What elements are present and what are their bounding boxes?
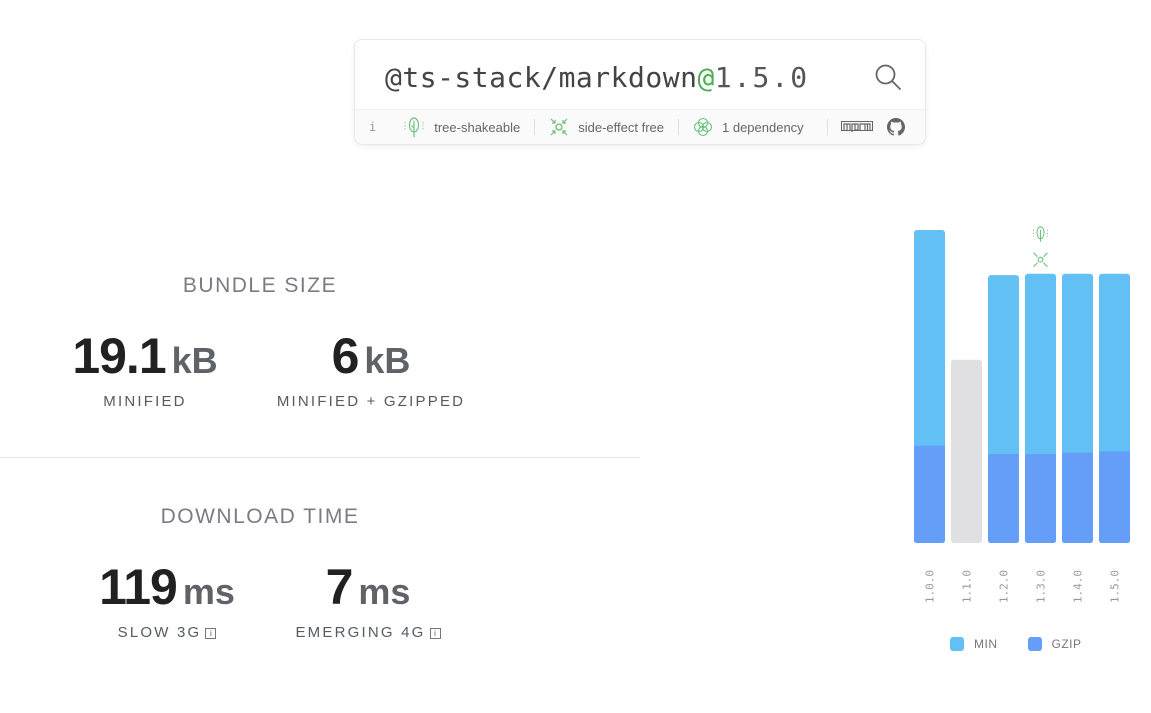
tick-label-1.1.0: 1.1.0	[961, 570, 974, 603]
legend-gzip: GZIP	[1027, 637, 1082, 651]
slow-3g-info-icon[interactable]: i	[205, 628, 217, 639]
tick-label-1.0.0: 1.0.0	[924, 570, 937, 603]
slow-3g-value: 119	[99, 559, 178, 615]
dependency-icon	[693, 117, 713, 137]
search-input[interactable]: @ts-stack/markdown@1.5.0	[385, 58, 809, 98]
npm-icon[interactable]	[841, 121, 873, 133]
search-icon[interactable]	[873, 62, 903, 92]
external-links	[827, 118, 925, 136]
bar-gzip-1.3.0[interactable]	[1025, 454, 1056, 543]
dependency-badge: 1 dependency	[678, 110, 818, 144]
info-icon[interactable]: i	[355, 120, 388, 134]
tree-shakeable-marker-icon	[1033, 226, 1048, 242]
minified-unit: kB	[171, 340, 218, 381]
emerging-4g-unit: ms	[358, 571, 411, 612]
legend-min-label: MIN	[974, 637, 998, 651]
minified-label: MINIFIED	[103, 393, 187, 410]
side-effect-icon	[550, 118, 568, 136]
slow-3g-label: SLOW 3G	[117, 624, 202, 641]
bar-gzip-1.5.0[interactable]	[1099, 451, 1130, 543]
side-effect-free-badge: side-effect free	[534, 110, 678, 144]
side-effect-free-label: side-effect free	[578, 119, 664, 135]
download-time-title: DOWNLOAD TIME	[160, 505, 360, 528]
side-effect-free-marker-icon	[1033, 252, 1048, 268]
legend-min: MIN	[950, 637, 998, 651]
bar-gzip-1.0.0[interactable]	[914, 445, 945, 543]
bar-gzip-1.4.0[interactable]	[1062, 452, 1093, 543]
slow-3g-unit: ms	[182, 571, 235, 612]
gzipped-unit: kB	[364, 340, 411, 381]
emerging-4g-label: EMERGING 4G	[295, 624, 426, 641]
emerging-4g-stat: 7 ms EMERGING 4G i	[263, 558, 473, 641]
bundle-size-title: BUNDLE SIZE	[182, 274, 338, 297]
tree-shakeable-badge: tree-shakeable	[388, 110, 534, 144]
emerging-4g-value: 7	[325, 559, 354, 615]
package-name: ts-stack/markdown	[402, 61, 698, 94]
section-divider	[0, 457, 640, 458]
minified-value: 19.1	[72, 328, 166, 384]
tree-icon	[404, 117, 424, 137]
at-sign: @	[385, 61, 403, 94]
package-meta-bar: i tree-shakeable side-effect free 1 depe…	[355, 109, 925, 144]
version-separator: @	[697, 61, 715, 94]
tree-shakeable-label: tree-shakeable	[434, 119, 521, 135]
bar-unavailable-1.1.0[interactable]	[951, 359, 982, 543]
gzipped-value: 6	[331, 328, 360, 384]
version-history-chart: 1.0.0 1.1.0 1.2.0 1.3.0 1.4.0 1.5.0	[914, 226, 1130, 603]
legend-min-swatch	[950, 637, 964, 651]
tick-label-1.3.0: 1.3.0	[1035, 570, 1048, 603]
minified-stat: 19.1 kB MINIFIED	[40, 327, 250, 410]
github-icon[interactable]	[887, 118, 905, 136]
legend-gzip-label: GZIP	[1051, 637, 1082, 651]
gzipped-label: MINIFIED + GZIPPED	[276, 393, 466, 410]
gzipped-stat: 6 kB MINIFIED + GZIPPED	[266, 327, 476, 410]
dependency-label: 1 dependency	[722, 119, 804, 135]
emerging-4g-info-icon[interactable]: i	[429, 628, 441, 639]
legend-gzip-swatch	[1027, 637, 1042, 651]
slow-3g-stat: 119 ms SLOW 3G i	[62, 558, 272, 641]
tick-label-1.5.0: 1.5.0	[1109, 570, 1122, 603]
package-version: 1.5.0	[714, 61, 810, 94]
bar-gzip-1.2.0[interactable]	[988, 454, 1019, 543]
tick-label-1.4.0: 1.4.0	[1072, 570, 1085, 603]
chart-legend: MIN GZIP	[950, 637, 1082, 651]
package-search-card: @ts-stack/markdown@1.5.0 i tree-shakeabl…	[354, 39, 926, 145]
tick-label-1.2.0: 1.2.0	[998, 570, 1011, 603]
